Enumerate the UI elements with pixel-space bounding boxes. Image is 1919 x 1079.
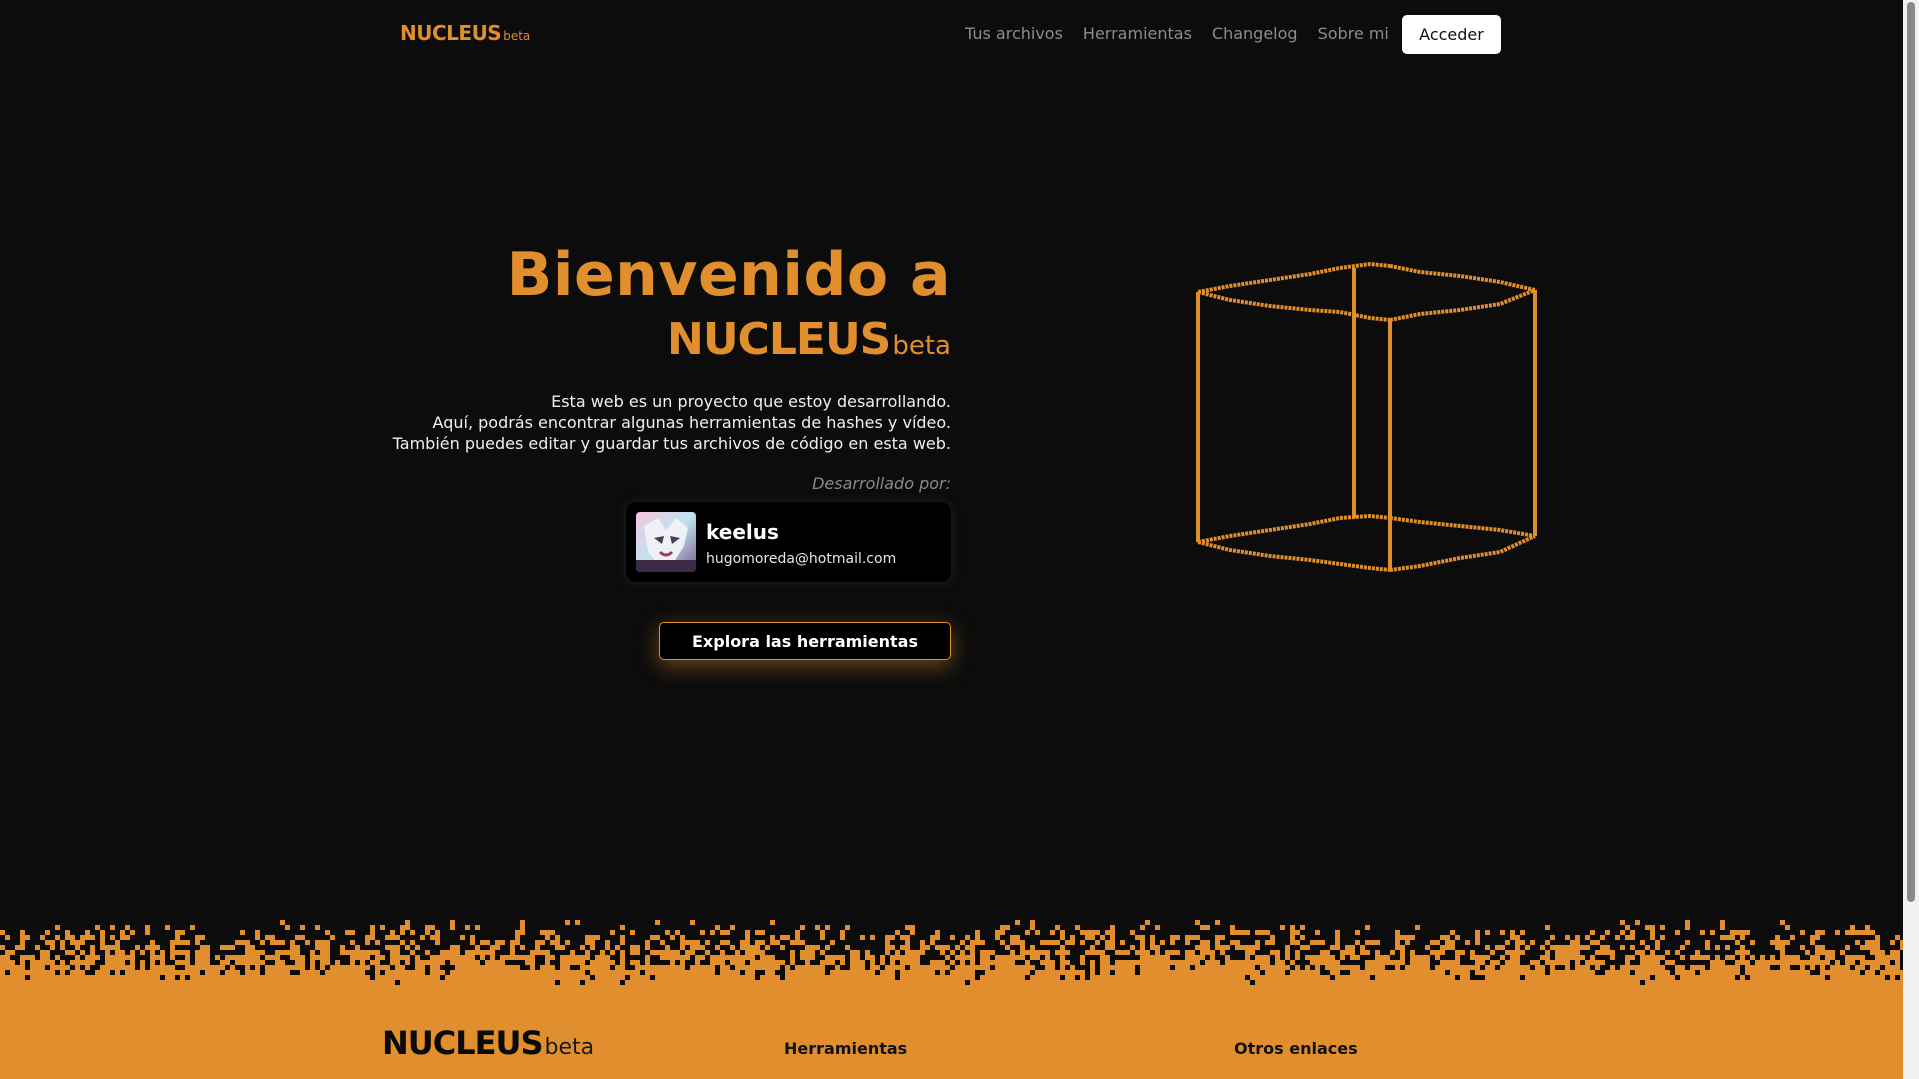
profile-email: hugomoreda@hotmail.com [706, 551, 897, 567]
nav-link-herramientas[interactable]: Herramientas [1083, 24, 1192, 43]
top-nav: NUCLEUS beta Tus archivos Herramientas C… [0, 0, 1919, 70]
avatar [636, 512, 696, 572]
nav-link-sobre-mi[interactable]: Sobre mi [1318, 24, 1389, 43]
hero-brand-text: NUCLEUS [667, 314, 891, 365]
hero-description-line: Esta web es un proyecto que estoy desarr… [551, 392, 951, 411]
profile-name: keelus [706, 520, 779, 544]
hero-description-line: También puedes editar y guardar tus arch… [392, 434, 951, 453]
hero-description: Esta web es un proyecto que estoy desarr… [380, 391, 951, 454]
hero-section: Bienvenido a NUCLEUS beta Esta web es un… [380, 240, 951, 493]
nav-logo-text: NUCLEUS [400, 21, 502, 45]
isometric-pixel-book-icon [1196, 261, 1537, 572]
explore-tools-button[interactable]: Explora las herramientas [659, 622, 951, 660]
hero-title: Bienvenido a [506, 240, 951, 310]
developed-by-label: Desarrollado por: [812, 474, 951, 493]
page: NUCLEUS beta Tus archivos Herramientas C… [0, 0, 1919, 1079]
hero-description-line: Aquí, podrás encontrar algunas herramien… [432, 413, 951, 432]
footer-logo[interactable]: NUCLEUS beta [382, 1024, 594, 1062]
footer-heading-herramientas: Herramientas [784, 1039, 908, 1058]
login-button[interactable]: Acceder [1402, 15, 1501, 54]
scrollbar-thumb[interactable] [1907, 2, 1915, 902]
footer-pixel-border [0, 920, 1903, 1000]
footer-logo-beta: beta [544, 1035, 595, 1060]
footer: NUCLEUS beta Herramientas Otros enlaces [0, 995, 1903, 1079]
hero-brand: NUCLEUS beta [380, 314, 951, 365]
nav-link-changelog[interactable]: Changelog [1212, 24, 1298, 43]
hero-brand-beta: beta [892, 331, 951, 361]
footer-logo-text: NUCLEUS [382, 1024, 544, 1062]
nav-logo-beta: beta [503, 29, 531, 43]
footer-heading-otros-enlaces: Otros enlaces [1234, 1039, 1358, 1058]
nav-links: Tus archivos Herramientas Changelog Sobr… [965, 24, 1389, 43]
nav-logo[interactable]: NUCLEUS beta [400, 21, 530, 45]
nav-link-tus-archivos[interactable]: Tus archivos [965, 24, 1063, 43]
developer-profile-card[interactable]: keelus hugomoreda@hotmail.com [626, 502, 951, 582]
page-scrollbar[interactable] [1903, 0, 1919, 1079]
